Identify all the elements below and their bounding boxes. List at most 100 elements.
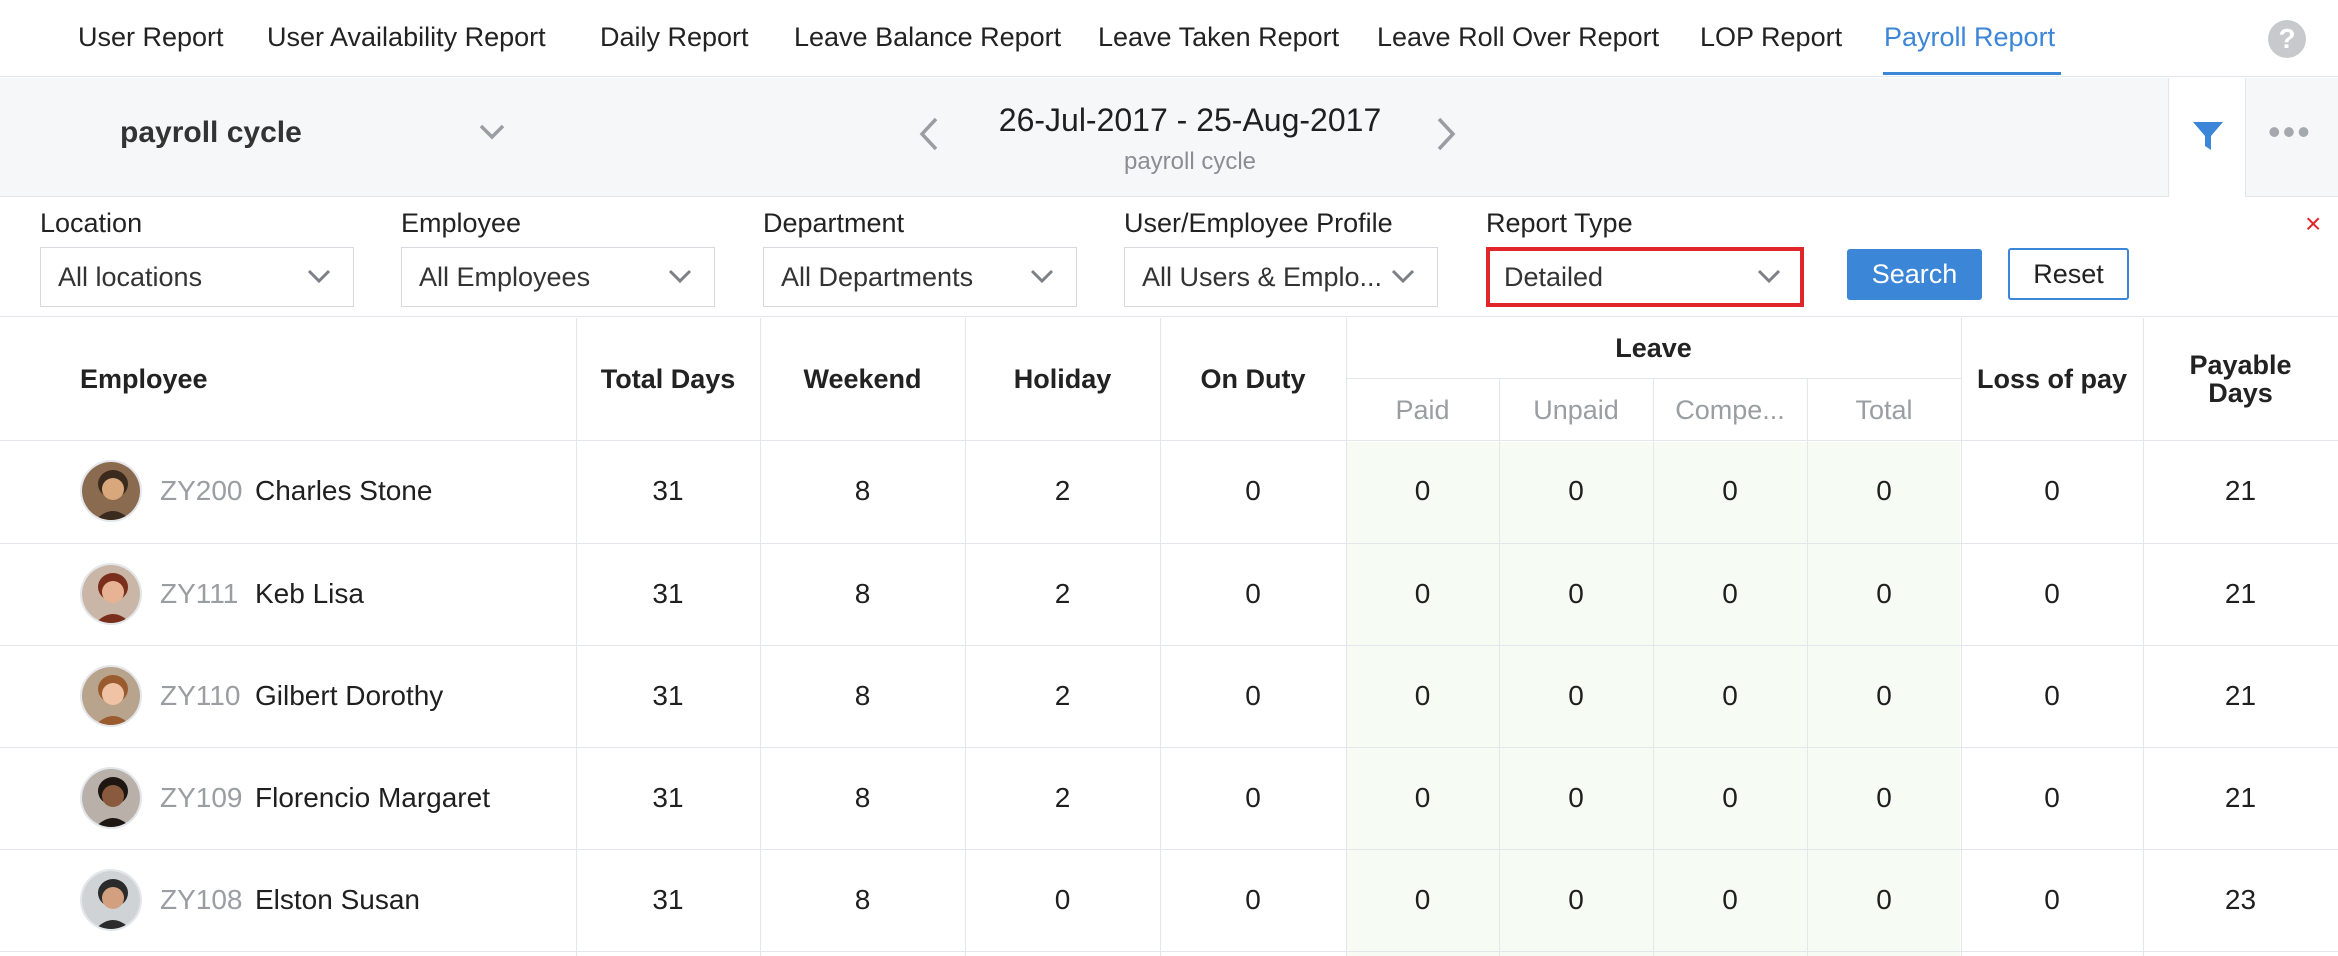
holiday-cell: 0 bbox=[1054, 884, 1071, 915]
tab-payroll-report[interactable]: Payroll Report bbox=[1884, 22, 2055, 53]
compensatory-cell: 0 bbox=[1722, 578, 1738, 609]
tab-leave-roll-over-report[interactable]: Leave Roll Over Report bbox=[1377, 22, 1659, 53]
department-value: All Departments bbox=[781, 262, 974, 292]
column-header-loss-of-pay[interactable]: Loss of pay bbox=[1961, 364, 2143, 395]
holiday-cell: 2 bbox=[1054, 782, 1071, 813]
payable-days-cell: 21 bbox=[2224, 578, 2257, 609]
employee-name[interactable]: Elston Susan bbox=[255, 884, 420, 916]
search-button[interactable]: Search bbox=[1847, 249, 1982, 300]
compensatory-cell: 0 bbox=[1722, 884, 1738, 915]
employee-name[interactable]: Charles Stone bbox=[255, 475, 432, 507]
column-header-compensatory[interactable]: Compe... bbox=[1653, 395, 1807, 426]
column-group-leave: Leave bbox=[1615, 333, 1692, 363]
help-icon[interactable]: ? bbox=[2268, 20, 2306, 58]
chevron-down-icon bbox=[1757, 269, 1781, 284]
compensatory-cell: 0 bbox=[1722, 782, 1738, 813]
unpaid-cell: 0 bbox=[1568, 680, 1584, 711]
payroll-cycle-bar: payroll cycle 26-Jul-2017 - 25-Aug-2017 … bbox=[0, 78, 2338, 197]
total-days-cell: 31 bbox=[652, 475, 684, 506]
weekend-cell: 8 bbox=[854, 782, 871, 813]
employee-id: ZY111 bbox=[160, 578, 239, 609]
on-duty-cell: 0 bbox=[1245, 578, 1261, 609]
location-select[interactable]: All locations bbox=[40, 247, 354, 307]
leave-total-cell: 0 bbox=[1876, 578, 1892, 609]
loss-of-pay-cell: 0 bbox=[2044, 475, 2060, 506]
filter-icon bbox=[2193, 122, 2223, 150]
date-range-subtitle: payroll cycle bbox=[1123, 148, 1257, 175]
location-label: Location bbox=[40, 208, 143, 238]
table-row[interactable]: ZY110 Gilbert Dorothy 31 8 2 0 0 0 0 0 0 21 bbox=[0, 646, 2338, 748]
loss-of-pay-cell: 0 bbox=[2044, 578, 2060, 609]
profile-value: All Users & Emplo... bbox=[1142, 262, 1383, 292]
on-duty-cell: 0 bbox=[1245, 782, 1261, 813]
chevron-down-icon bbox=[1391, 269, 1415, 284]
column-header-total[interactable]: Total bbox=[1807, 395, 1961, 426]
column-header-paid[interactable]: Paid bbox=[1346, 395, 1499, 426]
department-select[interactable]: All Departments bbox=[763, 247, 1077, 307]
on-duty-cell: 0 bbox=[1245, 475, 1261, 506]
report-type-value: Detailed bbox=[1504, 262, 1604, 292]
employee-id: ZY110 bbox=[160, 680, 241, 711]
payroll-table: Employee Total Days Weekend Holiday On D… bbox=[0, 318, 2338, 956]
total-days-cell: 31 bbox=[652, 578, 684, 609]
loss-of-pay-cell: 0 bbox=[2044, 884, 2060, 915]
tab-daily-report[interactable]: Daily Report bbox=[600, 22, 749, 53]
column-header-employee[interactable]: Employee bbox=[80, 364, 208, 395]
unpaid-cell: 0 bbox=[1568, 475, 1584, 506]
leave-total-cell: 0 bbox=[1876, 782, 1892, 813]
loss-of-pay-cell: 0 bbox=[2044, 680, 2060, 711]
compensatory-cell: 0 bbox=[1722, 475, 1738, 506]
profile-label: User/Employee Profile bbox=[1124, 208, 1393, 238]
column-header-total-days[interactable]: Total Days bbox=[576, 364, 760, 395]
employee-id: ZY109 bbox=[160, 782, 243, 813]
employee-id: ZY200 bbox=[160, 475, 243, 506]
filter-panel: Location All locations Employee All Empl… bbox=[0, 198, 2338, 317]
chevron-down-icon bbox=[1030, 269, 1054, 284]
table-row[interactable]: ZY111 Keb Lisa 31 8 2 0 0 0 0 0 0 21 bbox=[0, 544, 2338, 646]
location-value: All locations bbox=[58, 262, 203, 292]
tab-leave-balance-report[interactable]: Leave Balance Report bbox=[794, 22, 1061, 53]
unpaid-cell: 0 bbox=[1568, 884, 1584, 915]
paid-cell: 0 bbox=[1414, 680, 1431, 711]
employee-name[interactable]: Florencio Margaret bbox=[255, 782, 490, 814]
tab-user-report[interactable]: User Report bbox=[78, 22, 224, 53]
report-type-select[interactable]: Detailed bbox=[1486, 247, 1804, 307]
more-options-icon[interactable]: ••• bbox=[2268, 114, 2312, 150]
report-tabs-bar: User Report User Availability Report Dai… bbox=[0, 0, 2338, 77]
column-header-unpaid[interactable]: Unpaid bbox=[1499, 395, 1653, 426]
close-icon[interactable]: × bbox=[2305, 208, 2321, 240]
avatar bbox=[80, 563, 142, 625]
column-header-payable-days-line2: Days bbox=[2208, 378, 2273, 408]
paid-cell: 0 bbox=[1414, 782, 1431, 813]
employee-label: Employee bbox=[401, 208, 522, 238]
weekend-cell: 8 bbox=[854, 475, 871, 506]
filter-button[interactable] bbox=[2168, 78, 2246, 197]
table-row[interactable]: ZY109 Florencio Margaret 31 8 2 0 0 0 0 0 0 21 bbox=[0, 748, 2338, 850]
paid-cell: 0 bbox=[1414, 578, 1431, 609]
payable-days-cell: 21 bbox=[2224, 475, 2257, 506]
unpaid-cell: 0 bbox=[1568, 578, 1584, 609]
next-period-icon[interactable] bbox=[1435, 116, 1457, 157]
employee-select[interactable]: All Employees bbox=[401, 247, 715, 307]
active-tab-indicator bbox=[1883, 72, 2061, 75]
holiday-cell: 2 bbox=[1054, 475, 1071, 506]
paid-cell: 0 bbox=[1414, 884, 1431, 915]
column-header-holiday[interactable]: Holiday bbox=[965, 364, 1160, 395]
tab-leave-taken-report[interactable]: Leave Taken Report bbox=[1098, 22, 1339, 53]
department-label: Department bbox=[763, 208, 905, 238]
payable-days-cell: 21 bbox=[2224, 782, 2257, 813]
column-header-weekend[interactable]: Weekend bbox=[760, 364, 965, 395]
tab-user-availability-report[interactable]: User Availability Report bbox=[267, 22, 546, 53]
report-type-label: Report Type bbox=[1486, 208, 1633, 238]
tab-lop-report[interactable]: LOP Report bbox=[1700, 22, 1842, 53]
table-row[interactable]: ZY108 Elston Susan 31 8 0 0 0 0 0 0 0 23 bbox=[0, 850, 2338, 952]
employee-name[interactable]: Keb Lisa bbox=[255, 578, 364, 610]
paid-cell: 0 bbox=[1414, 475, 1431, 506]
table-row[interactable]: ZY200 Charles Stone 31 8 2 0 0 0 0 0 0 21 bbox=[0, 441, 2338, 543]
employee-id: ZY108 bbox=[160, 884, 243, 915]
profile-select[interactable]: All Users & Emplo... bbox=[1124, 247, 1438, 307]
column-header-on-duty[interactable]: On Duty bbox=[1160, 364, 1346, 395]
reset-button[interactable]: Reset bbox=[2008, 248, 2129, 300]
column-header-payable-days[interactable]: Payable bbox=[2143, 350, 2338, 381]
employee-name[interactable]: Gilbert Dorothy bbox=[255, 680, 443, 712]
